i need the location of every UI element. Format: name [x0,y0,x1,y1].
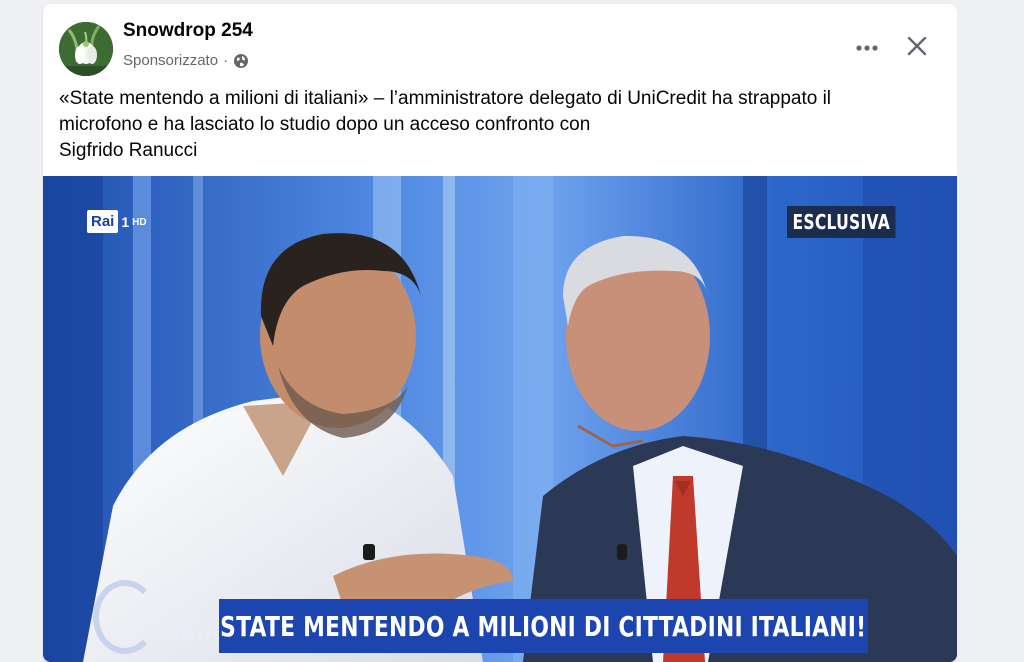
channel-logo-hd: HD [132,217,147,228]
author-avatar[interactable] [59,22,113,76]
close-post-button[interactable] [899,28,935,64]
show-logo: PORTA a PORTA [91,578,221,658]
channel-logo-box: Rai [87,210,119,233]
meta-separator: · [223,52,229,69]
close-icon [907,36,927,56]
show-logo-line: a PORTA [137,622,221,644]
channel-logo: Rai 1 HD [87,210,147,233]
post-header: Snowdrop 254 Sponsorizzato · [43,4,957,80]
page-right-margin [957,0,1024,662]
snowdrop-flower-icon [59,22,113,76]
author-name[interactable]: Snowdrop 254 [123,20,253,42]
post-meta: Sponsorizzato · [123,52,249,69]
caption-line: microfono e ha lasciato lo studio dopo u… [59,114,591,135]
channel-logo-number: 1 [121,213,130,230]
show-logo-line: PORTA [131,600,199,622]
post-image[interactable]: Rai 1 HD ESCLUSIVA PORTA a PORTA STATE M… [43,176,957,662]
sponsored-post-card: Snowdrop 254 Sponsorizzato · «State ment… [43,4,957,662]
globe-icon [233,53,249,69]
exclusive-badge: ESCLUSIVA [787,206,896,238]
more-options-button[interactable] [849,30,885,66]
headline-banner: STATE MENTENDO A MILIONI DI CITTADINI IT… [219,599,868,653]
post-caption: «State mentendo a milioni di italiani» –… [59,86,949,164]
more-horizontal-icon [856,45,878,51]
caption-line: Sigfrido Ranucci [59,140,198,161]
caption-line: «State mentendo a milioni di italiani» –… [59,88,832,109]
headline-text: STATE MENTENDO A MILIONI DI CITTADINI IT… [220,609,867,643]
sponsored-label[interactable]: Sponsorizzato [123,52,218,69]
